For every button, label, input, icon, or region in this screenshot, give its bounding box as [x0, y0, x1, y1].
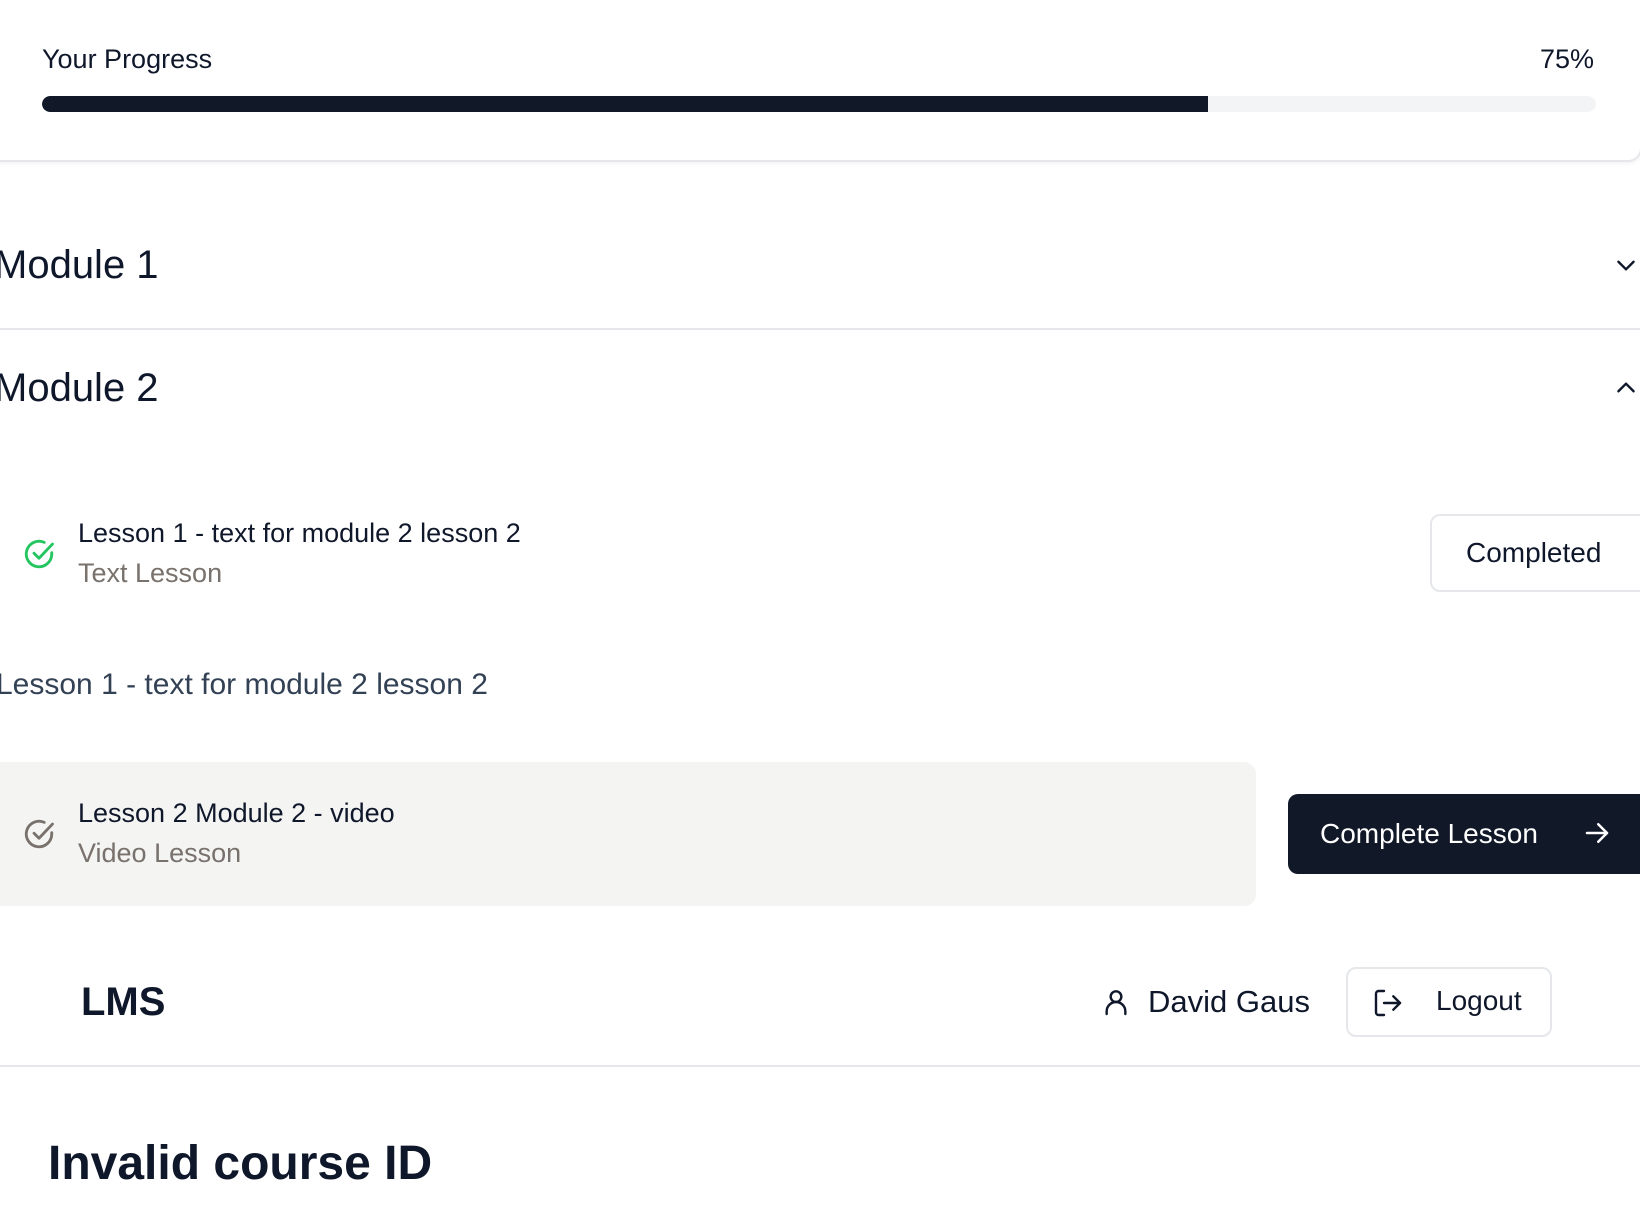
- completed-button-label: Completed: [1466, 537, 1602, 568]
- logout-label: Logout: [1436, 985, 1522, 1016]
- progress-bar: [42, 96, 1596, 112]
- module-2-header[interactable]: Module 2: [0, 358, 1640, 418]
- page: Your Progress 75% Module 1 Module 2 Less…: [0, 0, 1640, 1206]
- complete-lesson-label: Complete Lesson: [1320, 818, 1538, 849]
- brand-logo[interactable]: LMS: [81, 980, 165, 1025]
- chevron-up-icon: [1612, 374, 1640, 402]
- progress-card: Your Progress 75%: [0, 0, 1640, 162]
- complete-lesson-button[interactable]: Complete Lesson: [1288, 794, 1640, 874]
- lesson-title: Lesson 1 - text for module 2 lesson 2: [78, 518, 521, 548]
- arrow-right-icon: [1585, 823, 1609, 843]
- navbar-divider: [0, 1065, 1640, 1067]
- user-name: David Gaus: [1148, 984, 1310, 1019]
- user-icon: [1105, 990, 1127, 1016]
- lesson-type: Text Lesson: [78, 558, 223, 588]
- lesson-title: Lesson 2 Module 2 - video: [78, 798, 395, 828]
- logout-icon: [1374, 989, 1402, 1017]
- error-title: Invalid course ID: [48, 1137, 433, 1190]
- lesson-type: Video Lesson: [78, 838, 242, 868]
- lesson-item-active[interactable]: [0, 762, 1256, 906]
- chevron-down-icon: [1612, 251, 1640, 279]
- check-circle-icon: [24, 819, 54, 849]
- lesson-content: Lesson 1 - text for module 2 lesson 2: [0, 668, 488, 701]
- module-divider: [0, 328, 1640, 330]
- module-1-header[interactable]: Module 1: [0, 235, 1640, 295]
- module-title: Module 1: [0, 242, 159, 287]
- progress-bar-fill: [42, 96, 1208, 112]
- check-circle-icon: [24, 539, 54, 569]
- completed-button[interactable]: Completed: [1430, 514, 1640, 592]
- progress-label: Your Progress: [42, 44, 213, 74]
- progress-percent: 75%: [1539, 44, 1594, 74]
- logout-button[interactable]: Logout: [1346, 967, 1552, 1037]
- module-title: Module 2: [0, 365, 159, 410]
